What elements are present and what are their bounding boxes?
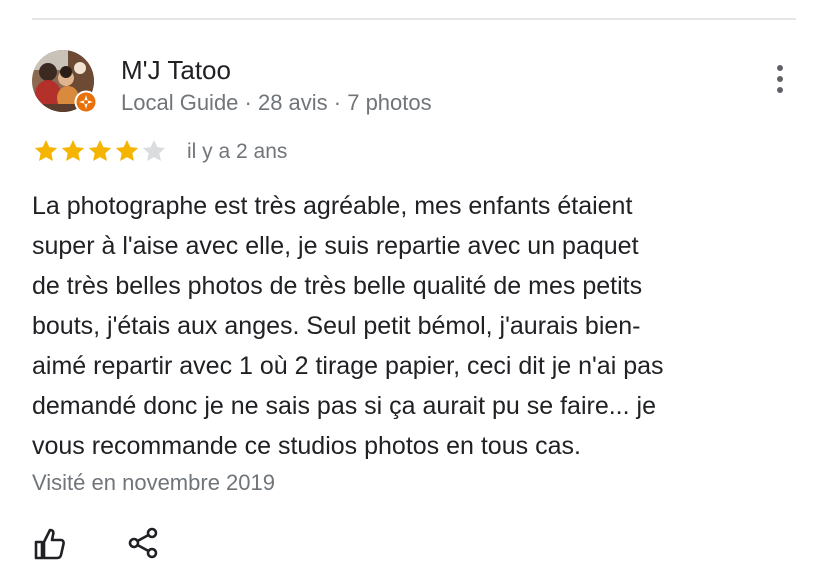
- visited-date: Visité en novembre 2019: [32, 470, 275, 495]
- star-empty-icon: [142, 139, 166, 161]
- star-filled-icon: [115, 139, 139, 161]
- review-text-line: de très belles photos de très belle qual…: [32, 272, 643, 300]
- top-divider: [32, 18, 796, 20]
- more-vertical-icon-dot: [777, 87, 783, 93]
- review-text-line: super à l'aise avec elle, je suis repart…: [32, 232, 639, 260]
- thumbs-up-icon: [34, 528, 65, 560]
- review-text: La photographe est très agréable, mes en…: [32, 186, 792, 466]
- like-button[interactable]: [32, 526, 66, 560]
- star-rating: [33, 138, 167, 164]
- review-text-line: aimé repartir avec 1 où 2 tirage papier,…: [32, 352, 664, 380]
- more-options-button[interactable]: [766, 62, 794, 96]
- star-filled-icon: [88, 139, 112, 161]
- review-text-line: bouts, j'étais aux anges. Seul petit bém…: [32, 312, 641, 340]
- more-vertical-icon-dot: [777, 76, 783, 82]
- reviewer-avatar[interactable]: [32, 50, 98, 114]
- share-button[interactable]: [126, 526, 160, 560]
- star-filled-icon: [61, 139, 85, 161]
- share-icon: [128, 527, 158, 559]
- review-actions: [32, 526, 160, 560]
- local-guide-badge-icon: [74, 90, 98, 114]
- reviewer-meta: Local Guide · 28 avis · 7 photos: [121, 90, 432, 115]
- review-text-line: vous recommande ce studios photos en tou…: [32, 432, 581, 460]
- review-date: il y a 2 ans: [187, 140, 288, 163]
- reviewer-name[interactable]: M'J Tatoo: [121, 55, 231, 86]
- review-text-line: La photographe est très agréable, mes en…: [32, 192, 633, 220]
- review-text-line: demandé donc je ne sais pas si ça aurait…: [32, 392, 656, 420]
- more-vertical-icon: [777, 65, 783, 71]
- star-filled-icon: [34, 139, 58, 161]
